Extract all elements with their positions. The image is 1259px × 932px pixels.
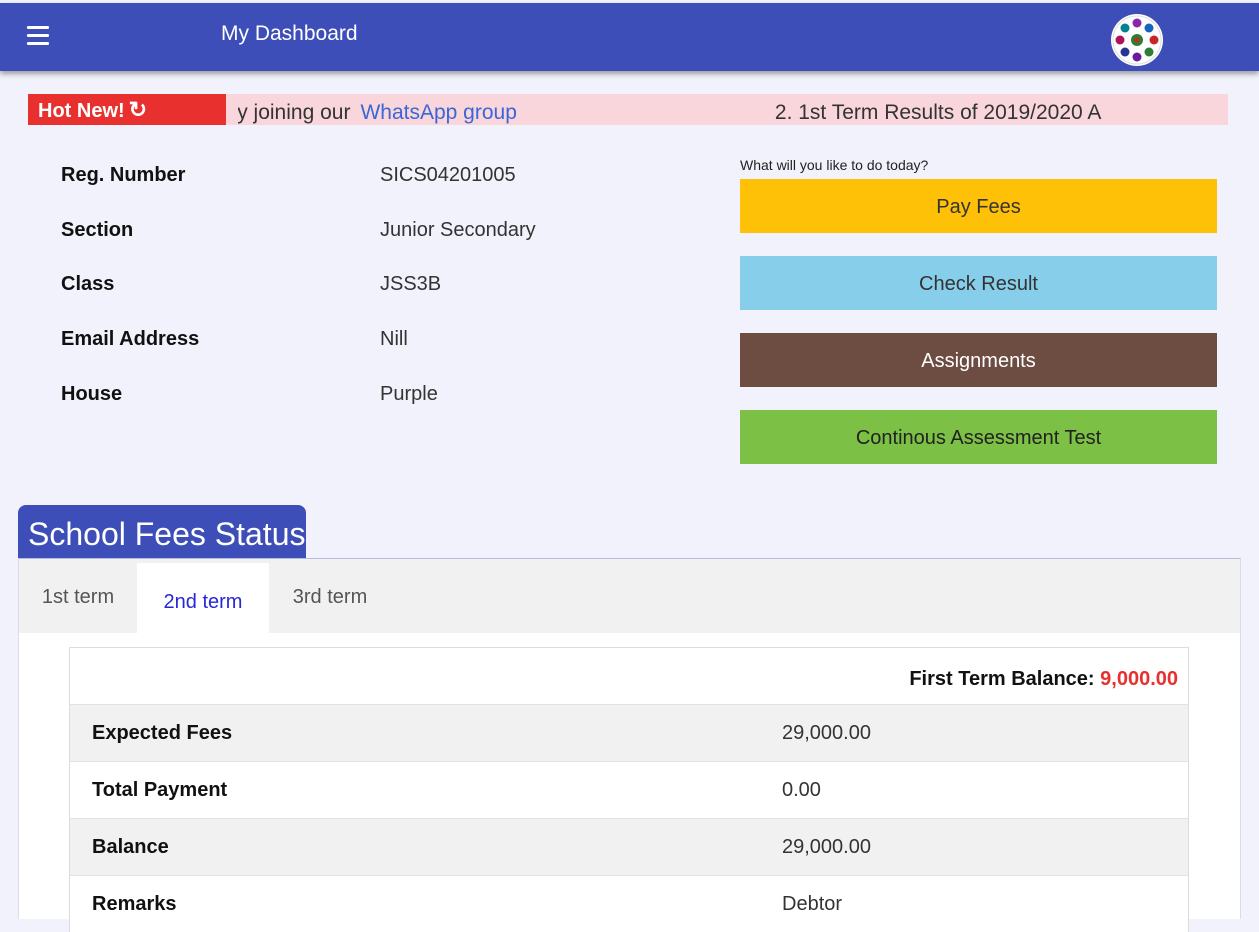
reg-number-label: Reg. Number: [61, 164, 186, 186]
expected-fees-label: Expected Fees: [92, 722, 233, 744]
profile-row-class: Class JSS3B: [61, 269, 661, 324]
profile-row-section: Section Junior Secondary: [61, 215, 661, 270]
fees-table: First Term Balance: 9,000.00 Expected Fe…: [69, 647, 1189, 932]
first-term-balance: First Term Balance: 9,000.00: [70, 648, 1188, 704]
assignments-button[interactable]: Assignments: [740, 333, 1217, 387]
table-row: Remarks Debtor: [70, 875, 1188, 932]
table-row: Expected Fees 29,000.00: [70, 704, 1188, 761]
section-value: Junior Secondary: [380, 218, 536, 241]
ticker-item-text: ormation by joining our: [238, 101, 351, 124]
school-logo[interactable]: [1111, 14, 1163, 66]
house-value: Purple: [380, 382, 438, 405]
check-result-button[interactable]: Check Result: [740, 256, 1217, 310]
house-label: House: [61, 382, 123, 405]
pay-fees-button[interactable]: Pay Fees: [740, 179, 1217, 233]
news-ticker: Hot New!↻ ormation by joining our WhatsAp…: [28, 94, 1228, 125]
tab-2nd-term[interactable]: 2nd term: [137, 563, 269, 633]
refresh-icon: ↻: [128, 97, 148, 122]
table-row: Total Payment 0.00: [70, 761, 1188, 818]
top-app-bar: My Dashboard: [0, 3, 1259, 71]
reg-number-value: SICS04201005: [380, 164, 516, 186]
ticker-content: ormation by joining our WhatsApp group 2. …: [238, 94, 1101, 125]
balance-row-value: 29,000.00: [782, 836, 871, 858]
balance-amount: 9,000.00: [1100, 668, 1178, 690]
tab-1st-term[interactable]: 1st term: [19, 563, 137, 633]
student-profile: Reg. Number SICS04201005 Section Junior …: [61, 160, 661, 433]
fees-panel: 1st term 2nd term 3rd term First Term Ba…: [18, 558, 1241, 932]
balance-row-label: Balance: [92, 836, 169, 858]
whatsapp-group-link[interactable]: WhatsApp group: [360, 101, 516, 124]
actions-prompt: What will you like to do today?: [740, 157, 929, 173]
section-label: Section: [61, 218, 134, 241]
profile-row-email: Email Address Nill: [61, 324, 661, 379]
total-payment-label: Total Payment: [92, 779, 228, 801]
balance-label: First Term Balance:: [909, 668, 1095, 690]
profile-row-house: House Purple: [61, 379, 661, 434]
quick-actions: What will you like to do today? Pay Fees…: [740, 157, 1217, 487]
hot-news-label: Hot New!: [38, 100, 125, 122]
profile-row-reg-number: Reg. Number SICS04201005: [61, 160, 661, 215]
class-value: JSS3B: [380, 273, 442, 296]
ticker-item-results: 2. 1st Term Results of 2019/2020 A: [774, 101, 1102, 124]
tab-3rd-term[interactable]: 3rd term: [269, 563, 391, 633]
email-value: Nill: [380, 328, 408, 351]
page-title: My Dashboard: [221, 22, 358, 45]
hamburger-menu-icon[interactable]: [27, 26, 49, 46]
class-label: Class: [61, 273, 115, 296]
expected-fees-value: 29,000.00: [782, 722, 871, 744]
continuous-assessment-button[interactable]: Continous Assessment Test: [740, 410, 1217, 464]
total-payment-value: 0.00: [782, 779, 821, 801]
email-label: Email Address: [61, 328, 200, 351]
table-row: Balance 29,000.00: [70, 818, 1188, 875]
fees-section-heading: School Fees Status: [18, 505, 306, 561]
term-tabs: 1st term 2nd term 3rd term: [19, 559, 1240, 633]
ticker-track: ormation by joining our WhatsApp group 2. …: [238, 94, 1218, 125]
hot-news-badge: Hot New! ↻: [28, 94, 226, 125]
remarks-label: Remarks: [92, 893, 177, 915]
remarks-value: Debtor: [782, 893, 843, 915]
